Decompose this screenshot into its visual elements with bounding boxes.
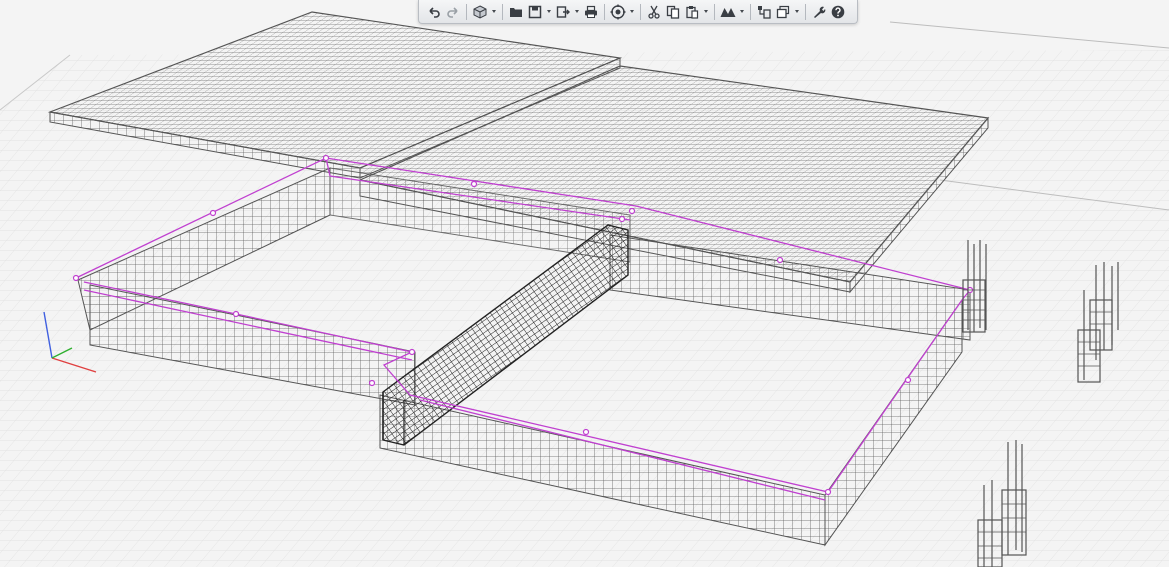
wrench-icon <box>814 6 826 18</box>
cube-icon <box>473 4 487 19</box>
print-button[interactable] <box>582 3 600 21</box>
layers-button[interactable] <box>755 3 773 21</box>
display-options-dropdown[interactable] <box>793 3 801 21</box>
export-dropdown[interactable] <box>573 3 581 21</box>
view-3d-button[interactable] <box>471 3 489 21</box>
toolbar-separator <box>466 3 467 20</box>
save-button[interactable] <box>526 3 544 21</box>
folder-icon <box>510 7 522 17</box>
layers-icon <box>758 5 771 19</box>
paste-dropdown[interactable] <box>702 3 710 21</box>
display-options-button[interactable] <box>774 3 792 21</box>
copy-button[interactable] <box>664 3 682 21</box>
paste-icon <box>686 5 699 19</box>
display-options-icon <box>776 5 790 18</box>
view-3d-dropdown[interactable] <box>490 3 498 21</box>
print-icon <box>585 5 597 18</box>
toolbar-separator <box>640 3 641 20</box>
undo-icon <box>429 6 440 18</box>
redo-button[interactable] <box>444 3 462 21</box>
redo-icon <box>447 6 458 18</box>
export-button[interactable] <box>554 3 572 21</box>
help-button[interactable] <box>829 3 847 21</box>
toolbar-separator <box>604 3 605 20</box>
settings-3d-dropdown[interactable] <box>628 3 636 21</box>
copy-icon <box>666 5 680 19</box>
toolbar-separator <box>750 3 751 20</box>
open-button[interactable] <box>507 3 525 21</box>
main-toolbar <box>418 0 858 24</box>
cut-button[interactable] <box>645 3 663 21</box>
3d-viewport[interactable] <box>0 0 1169 567</box>
render-mode-dropdown[interactable] <box>738 3 746 21</box>
gear-icon <box>610 4 626 19</box>
settings-3d-button[interactable] <box>609 3 627 21</box>
toolbar-separator <box>805 3 806 20</box>
save-dropdown[interactable] <box>545 3 553 21</box>
tools-button[interactable] <box>810 3 828 21</box>
export-icon <box>556 5 570 18</box>
mountain-icon <box>720 7 736 17</box>
toolbar-separator <box>714 3 715 20</box>
undo-button[interactable] <box>425 3 443 21</box>
paste-button[interactable] <box>683 3 701 21</box>
help-icon <box>831 5 845 18</box>
render-mode-button[interactable] <box>719 3 737 21</box>
toolbar-separator <box>502 3 503 20</box>
scissors-icon <box>648 5 660 19</box>
save-icon <box>528 5 542 18</box>
